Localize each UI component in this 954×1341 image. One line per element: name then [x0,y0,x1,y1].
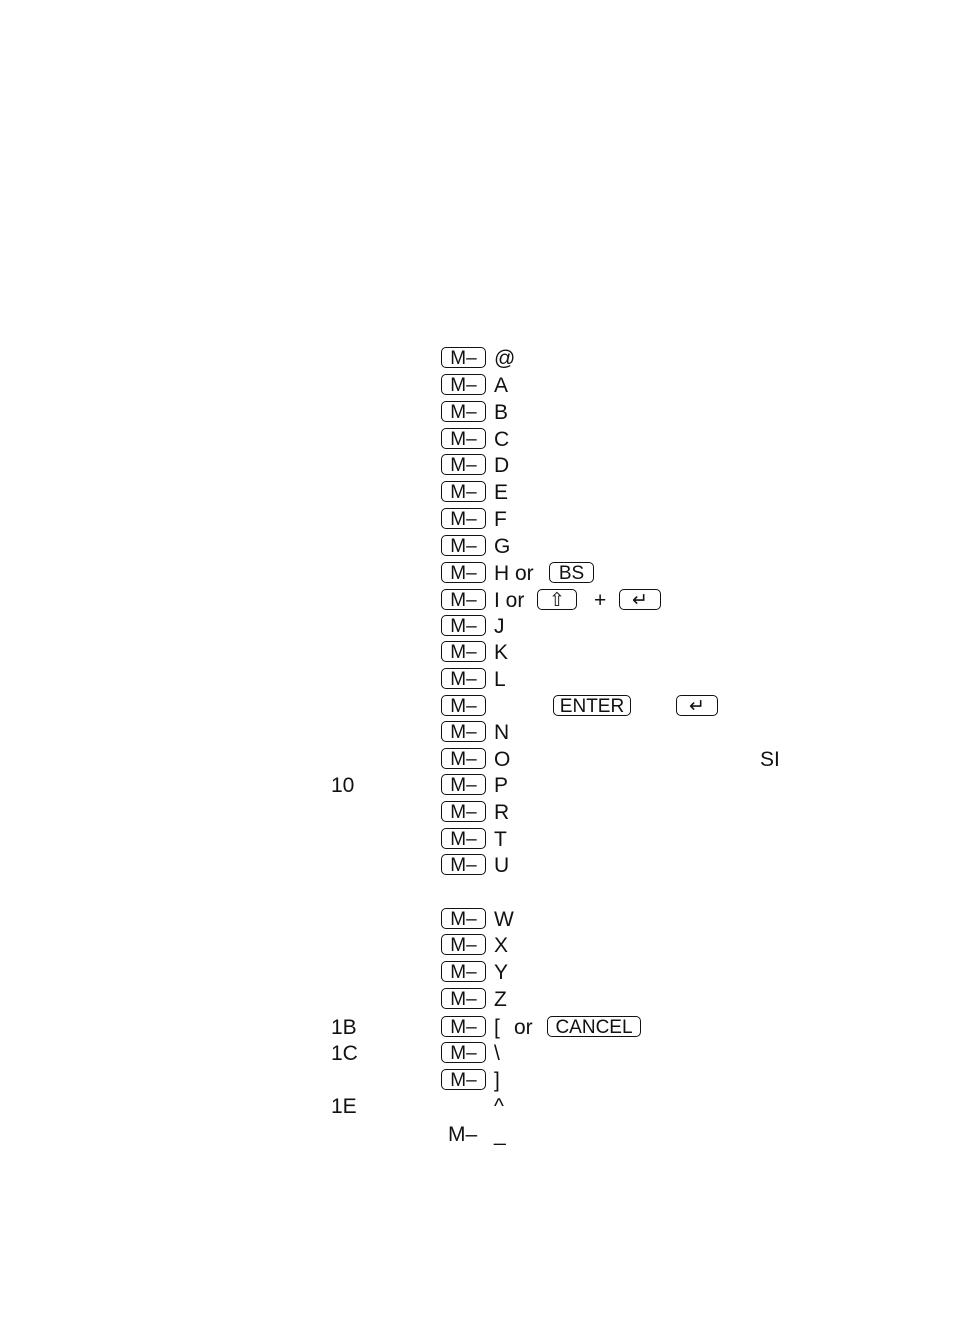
hex-code: 10 [331,774,355,797]
table-row: M– C [0,427,954,453]
table-row: 1C M– \ [0,1041,954,1067]
key-character: ^ [494,1095,504,1118]
table-row: M– _ [0,1122,954,1148]
m-key: M– [441,695,486,717]
table-row: M– N [0,720,954,746]
m-key: M– [441,1069,486,1091]
return-icon: ↵ [676,695,718,717]
m-key: M– [441,562,486,584]
table-row: M– W [0,907,954,933]
key-character: [ [494,1016,500,1039]
m-key: M– [441,801,486,823]
m-key: M– [441,854,486,876]
table-row: M– E [0,480,954,506]
key-character: T [494,828,507,851]
key-character: D [494,454,510,477]
m-key: M– [441,1042,486,1064]
key-character: L [494,668,506,691]
table-row: M– Z [0,987,954,1013]
m-key: M– [441,961,486,983]
annotation-text: or [514,1016,533,1039]
key-character: A [494,374,509,397]
table-row: M– X [0,933,954,959]
key-character: W [494,908,514,931]
key-character: F [494,508,507,531]
table-row: M– R [0,800,954,826]
key-bs: BS [549,562,594,584]
return-icon: ↵ [619,589,661,611]
table-row: M– U [0,853,954,879]
annotation-text: + [594,589,607,612]
key-character: J [494,615,505,638]
table-row: M– L [0,667,954,693]
shift-icon: ⇧ [537,589,577,611]
key-character: O [494,748,511,771]
table-row: M– H or BS [0,561,954,587]
key-character: E [494,481,509,504]
key-character: N [494,721,510,744]
m-key: M– [441,774,486,796]
m-key: M– [441,721,486,743]
table-row: M– K [0,640,954,666]
document-page: M– @ M– A M– B M– C M– D M– E M– F M– G M– H or BS M– I or ⇧ +… [0,0,954,1341]
m-key: M– [441,454,486,476]
table-row: M– A [0,373,954,399]
table-row: M– B [0,400,954,426]
table-row: M– T [0,827,954,853]
m-key: M– [441,988,486,1010]
key-character: K [494,641,509,664]
table-row: M– @ [0,346,954,372]
m-key: M– [441,401,486,423]
m-key: M– [441,828,486,850]
key-enter: ENTER [553,695,631,717]
key-character: B [494,401,509,424]
table-row: M–] [0,1068,954,1094]
m-key-text: M– [448,1123,478,1146]
m-key: M– [441,908,486,930]
key-character: C [494,428,510,451]
key-character: G [494,535,511,558]
table-row: 10 M– P [0,773,954,799]
table-row: M– I or ⇧ + ↵ [0,588,954,614]
table-row: 1E ^ [0,1094,954,1120]
m-key: M– [441,481,486,503]
m-key: M– [441,535,486,557]
key-cancel: CANCEL [547,1016,641,1038]
m-key: M– [441,508,486,530]
table-row: M– G [0,534,954,560]
key-character: \ [494,1042,500,1065]
key-character: _ [494,1123,506,1146]
key-character: H or [494,562,534,585]
m-key: M– [441,374,486,396]
m-key: M– [441,641,486,663]
m-key: M– [441,428,486,450]
key-character: Y [494,961,509,984]
key-character: Z [494,988,507,1011]
key-character: P [494,774,509,797]
annotation-text: SI [760,748,780,771]
table-row: M– O SI [0,747,954,773]
table-row: 1B M– [ or CANCEL [0,1015,954,1041]
m-key: M– [441,934,486,956]
m-key: M– [441,668,486,690]
key-character: @ [494,347,516,370]
hex-code: 1B [331,1016,357,1039]
table-row: M– J [0,614,954,640]
table-row: M– Y [0,960,954,986]
m-key: M– [441,1016,486,1038]
key-character: X [494,934,509,957]
m-key: M– [441,615,486,637]
table-row: M– F [0,507,954,533]
hex-code: 1E [331,1095,357,1118]
key-character: R [494,801,510,824]
m-key: M– [441,589,486,611]
key-character: ] [494,1069,500,1092]
table-row: M– D [0,453,954,479]
m-key: M– [441,347,486,369]
m-key: M– [441,748,486,770]
hex-code: 1C [331,1042,358,1065]
key-character: U [494,854,510,877]
key-character: I or [494,589,525,612]
table-row: M– ENTER ↵ [0,694,954,720]
